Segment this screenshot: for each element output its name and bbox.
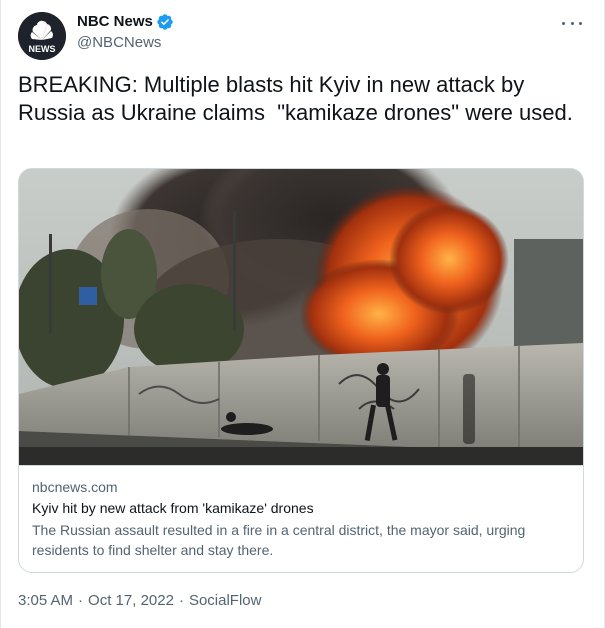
tweet-source[interactable]: SocialFlow: [189, 591, 262, 611]
link-card[interactable]: nbcnews.com Kyiv hit by new attack from …: [18, 168, 584, 573]
author-handle[interactable]: @NBCNews: [77, 33, 161, 53]
card-title: Kyiv hit by new attack from 'kamikaze' d…: [32, 500, 314, 516]
card-image[interactable]: [19, 169, 583, 465]
verified-badge-icon: [157, 14, 173, 30]
more-options-icon[interactable]: [562, 13, 582, 33]
card-domain: nbcnews.com: [32, 479, 118, 495]
tweet: NEWS NBC News @NBCNews BREAKING: Multipl…: [0, 0, 605, 628]
author-name-row: NBC News: [77, 12, 174, 32]
avatar-label: NEWS: [29, 44, 56, 54]
card-description: The Russian assault resulted in a fire i…: [32, 522, 526, 558]
explosion-photo-icon: [19, 169, 583, 465]
display-name[interactable]: NBC News: [77, 12, 153, 32]
meta-separator: ·: [178, 592, 184, 609]
tweet-date[interactable]: Oct 17, 2022: [88, 591, 174, 611]
nbc-peacock-logo-icon: NEWS: [18, 12, 66, 60]
meta-separator: ·: [78, 592, 84, 609]
tweet-text: BREAKING: Multiple blasts hit Kyiv in ne…: [18, 72, 573, 125]
tweet-meta: 3:05 AM · Oct 17, 2022 · SocialFlow: [18, 591, 261, 611]
card-info: nbcnews.com Kyiv hit by new attack from …: [19, 465, 583, 572]
avatar[interactable]: NEWS: [18, 12, 66, 60]
tweet-time[interactable]: 3:05 AM: [18, 591, 73, 611]
